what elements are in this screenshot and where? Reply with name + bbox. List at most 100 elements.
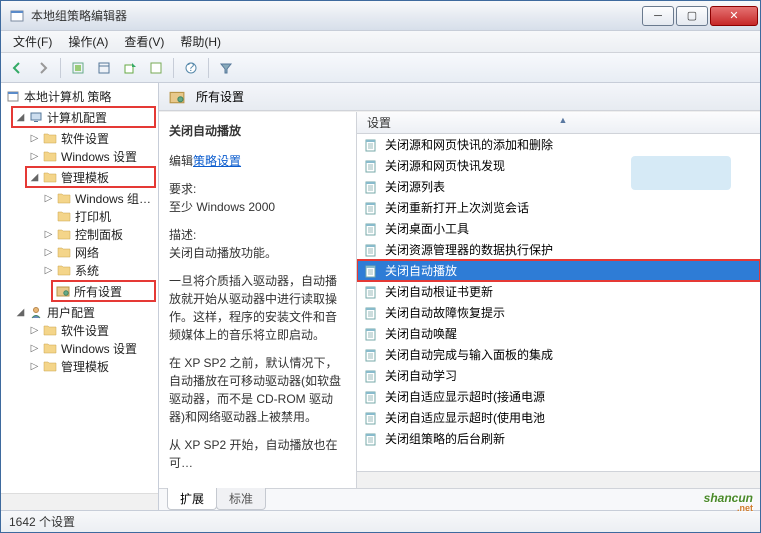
menubar: 文件(F) 操作(A) 查看(V) 帮助(H) — [1, 31, 760, 53]
expand-icon[interactable]: ▷ — [29, 343, 40, 354]
expand-icon[interactable]: ▷ — [43, 247, 54, 258]
collapse-icon[interactable]: ◢ — [29, 172, 40, 183]
expand-icon[interactable]: ▷ — [29, 151, 40, 162]
tree-printer[interactable]: 打印机 — [1, 207, 158, 225]
close-button[interactable]: ✕ — [710, 6, 758, 26]
list-item[interactable]: 关闭自适应显示超时(接通电源 — [357, 386, 760, 407]
column-header-setting[interactable]: 设置 ▲ — [357, 112, 760, 134]
expand-icon[interactable]: ▷ — [43, 229, 54, 240]
collapse-icon[interactable]: ◢ — [15, 307, 26, 318]
tree-panel[interactable]: 本地计算机 策略 ◢ 计算机配置 ▷软件设置 ▷Windows 设置 ◢管理模板… — [1, 83, 159, 510]
separator — [60, 58, 61, 78]
minimize-button[interactable]: ─ — [642, 6, 674, 26]
list-item[interactable]: 关闭自动完成与输入面板的集成 — [357, 344, 760, 365]
tree-wincomp[interactable]: ▷Windows 组… — [1, 189, 158, 207]
list-item[interactable]: 关闭自动唤醒 — [357, 323, 760, 344]
list-item-label: 关闭桌面小工具 — [385, 220, 469, 237]
list-item[interactable]: 关闭自动故障恢复提示 — [357, 302, 760, 323]
content-header: 所有设置 — [159, 83, 760, 111]
list-item[interactable]: 关闭自动学习 — [357, 365, 760, 386]
tree-user-config[interactable]: ◢用户配置 — [1, 303, 158, 321]
tree-all-settings[interactable]: 所有设置 — [55, 282, 152, 300]
collapse-icon[interactable]: ◢ — [15, 112, 26, 123]
tabs: 扩展 标准 — [159, 488, 760, 510]
forward-button[interactable] — [31, 56, 55, 80]
list-item[interactable]: 关闭桌面小工具 — [357, 218, 760, 239]
filter-icon[interactable] — [214, 56, 238, 80]
list-item-label: 关闭自动播放 — [385, 262, 457, 279]
list-item[interactable]: 关闭资源管理器的数据执行保护 — [357, 239, 760, 260]
help-icon[interactable]: ? — [179, 56, 203, 80]
list-item[interactable]: 关闭自适应显示超时(使用电池 — [357, 407, 760, 428]
policy-item-icon — [363, 221, 379, 237]
folder-icon — [56, 263, 72, 277]
policy-title: 关闭自动播放 — [169, 122, 346, 140]
expand-icon[interactable]: ▷ — [43, 265, 54, 276]
tree-windows[interactable]: ▷Windows 设置 — [1, 147, 158, 165]
expand-icon[interactable]: ▷ — [29, 361, 40, 372]
tree-ctrlpanel[interactable]: ▷控制面板 — [1, 225, 158, 243]
toolbar: ? — [1, 53, 760, 83]
policy-item-icon — [363, 368, 379, 384]
tab-extended[interactable]: 扩展 — [167, 488, 217, 510]
expand-icon[interactable]: ▷ — [29, 133, 40, 144]
policy-item-icon — [363, 179, 379, 195]
list-item-label: 关闭自动根证书更新 — [385, 283, 493, 300]
window-title: 本地组策略编辑器 — [31, 7, 640, 24]
separator — [173, 58, 174, 78]
refresh-icon[interactable] — [144, 56, 168, 80]
list-item-label: 关闭自动学习 — [385, 367, 457, 384]
menu-file[interactable]: 文件(F) — [5, 31, 60, 52]
list-item-label: 关闭自动故障恢复提示 — [385, 304, 505, 321]
list-scrollbar[interactable] — [357, 471, 760, 488]
maximize-button[interactable]: ▢ — [676, 6, 708, 26]
computer-icon — [28, 110, 44, 124]
tree-u-software[interactable]: ▷软件设置 — [1, 321, 158, 339]
toolbar-icon-2[interactable] — [92, 56, 116, 80]
policy-item-icon — [363, 347, 379, 363]
titlebar[interactable]: 本地组策略编辑器 ─ ▢ ✕ — [1, 1, 760, 31]
folder-icon — [42, 131, 58, 145]
list-item[interactable]: 关闭自动根证书更新 — [357, 281, 760, 302]
sort-indicator-icon: ▲ — [559, 115, 568, 125]
tree-scrollbar[interactable] — [1, 493, 158, 510]
tab-standard[interactable]: 标准 — [216, 488, 266, 510]
tree-network[interactable]: ▷网络 — [1, 243, 158, 261]
all-settings-icon — [55, 284, 71, 298]
list-item[interactable]: 关闭组策略的后台刷新 — [357, 428, 760, 449]
list-item[interactable]: 关闭源和网页快讯的添加和删除 — [357, 134, 760, 155]
folder-icon — [42, 170, 58, 184]
tree-computer-config[interactable]: ◢ 计算机配置 — [15, 108, 152, 126]
tree-software[interactable]: ▷软件设置 — [1, 129, 158, 147]
folder-icon — [42, 149, 58, 163]
expand-icon[interactable]: ▷ — [29, 325, 40, 336]
policy-item-icon — [363, 137, 379, 153]
list-item-label: 关闭资源管理器的数据执行保护 — [385, 241, 553, 258]
tree-root[interactable]: 本地计算机 策略 — [1, 87, 158, 105]
tree-system[interactable]: ▷系统 — [1, 261, 158, 279]
content-title: 所有设置 — [196, 88, 244, 105]
menu-action[interactable]: 操作(A) — [60, 31, 116, 52]
back-button[interactable] — [5, 56, 29, 80]
status-text: 1642 个设置 — [9, 513, 75, 530]
list-item-label: 关闭源列表 — [385, 178, 445, 195]
toolbar-icon-1[interactable] — [66, 56, 90, 80]
folder-icon — [56, 191, 72, 205]
list-item-label: 关闭源和网页快讯发现 — [385, 157, 505, 174]
folder-icon — [56, 209, 72, 223]
edit-policy-link[interactable]: 策略设置 — [193, 154, 241, 168]
folder-icon — [42, 323, 58, 337]
tree-u-admin[interactable]: ▷管理模板 — [1, 357, 158, 375]
list-item[interactable]: 关闭自动播放 — [357, 260, 760, 281]
list-item[interactable]: 关闭重新打开上次浏览会话 — [357, 197, 760, 218]
tree-u-windows[interactable]: ▷Windows 设置 — [1, 339, 158, 357]
menu-view[interactable]: 查看(V) — [116, 31, 172, 52]
expand-icon[interactable]: ▷ — [43, 193, 54, 204]
folder-icon — [42, 359, 58, 373]
list-item-label: 关闭自动完成与输入面板的集成 — [385, 346, 553, 363]
list-item-label: 关闭源和网页快讯的添加和删除 — [385, 136, 553, 153]
menu-help[interactable]: 帮助(H) — [172, 31, 229, 52]
tree-admin-templates[interactable]: ◢管理模板 — [29, 168, 152, 186]
export-icon[interactable] — [118, 56, 142, 80]
redaction-overlay — [631, 156, 731, 190]
